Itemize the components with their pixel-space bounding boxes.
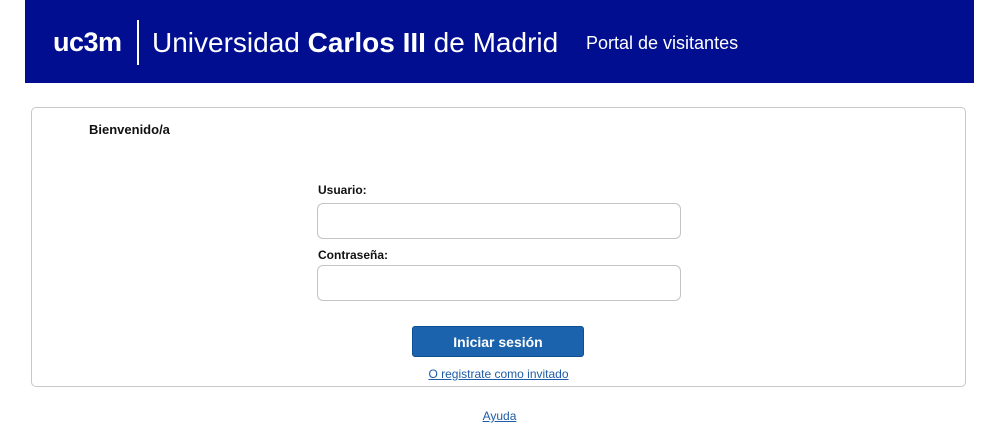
- login-card: Bienvenido/a Usuario: Contraseña: Inicia…: [31, 107, 966, 387]
- password-input[interactable]: [317, 265, 681, 301]
- portal-title: Portal de visitantes: [586, 33, 739, 53]
- welcome-heading: Bienvenido/a: [89, 122, 170, 137]
- university-name-bold: Carlos III: [307, 27, 426, 58]
- site-header: uc3m Universidad Carlos III de Madrid Po…: [25, 0, 974, 83]
- university-name-prefix: Universidad: [152, 27, 308, 58]
- help-link[interactable]: Ayuda: [0, 409, 999, 423]
- register-guest-link[interactable]: O registrate como invitado: [32, 367, 965, 381]
- uc3m-logo[interactable]: uc3m: [53, 27, 122, 57]
- university-name[interactable]: Universidad Carlos III de Madrid: [152, 26, 558, 60]
- username-label: Usuario:: [318, 183, 367, 197]
- username-input[interactable]: [317, 203, 681, 239]
- password-label: Contraseña:: [318, 248, 389, 262]
- university-name-suffix: de Madrid: [425, 27, 559, 58]
- logo-divider: [137, 20, 139, 65]
- login-button[interactable]: Iniciar sesión: [412, 326, 584, 357]
